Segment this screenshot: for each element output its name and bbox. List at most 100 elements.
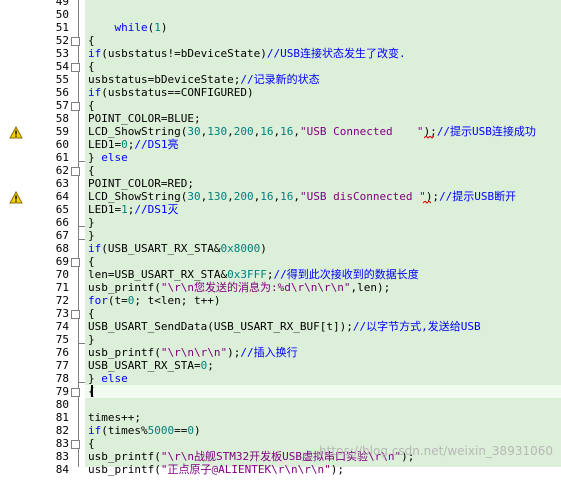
code-token: {	[88, 437, 95, 450]
code-token: (usbstatus!=bDeviceState)	[101, 47, 267, 60]
code-token: LED1=	[88, 138, 122, 151]
code-line[interactable]: 64 LCD_ShowString(30,130,200,16,16,"USB d…	[0, 190, 561, 203]
code-token: }	[88, 151, 102, 164]
code-line[interactable]: 51 while(1)	[0, 21, 561, 34]
spelling-squiggle	[424, 136, 434, 139]
code-token: 1	[121, 203, 128, 216]
warning-icon[interactable]	[9, 124, 23, 139]
code-token: len=USB_USART_RX_STA&	[88, 268, 228, 281]
code-line[interactable]	[0, 476, 561, 489]
code-token: 16	[280, 190, 294, 203]
line-number: 77	[55, 359, 69, 372]
code-line[interactable]: 84 usb_printf("正点原子@ALIENTEK\r\n\r\n");	[0, 463, 561, 476]
code-line[interactable]: 80	[0, 398, 561, 411]
code-line[interactable]: 68 if(USB_USART_RX_STA&0x8000)	[0, 242, 561, 255]
code-text: {	[88, 60, 95, 73]
code-line[interactable]: 52 {	[0, 34, 561, 47]
code-line[interactable]: 59 LCD_ShowString(30,130,200,16,16,"USB C…	[0, 125, 561, 138]
line-number: 75	[55, 333, 69, 346]
fold-toggle[interactable]	[71, 258, 80, 267]
code-token: (times%	[101, 424, 148, 437]
code-text: if(USB_USART_RX_STA&0x8000)	[88, 242, 267, 255]
code-line[interactable]: 56 if(usbstatus==CONFIGURED)	[0, 86, 561, 99]
code-token: 5000	[147, 424, 175, 437]
fold-toggle[interactable]	[71, 37, 80, 46]
code-token: for	[88, 294, 108, 307]
code-line[interactable]: 82 if(times%5000==0)	[0, 424, 561, 437]
code-line[interactable]: 70 len=USB_USART_RX_STA&0x3FFF;//得到此次接收到的…	[0, 268, 561, 281]
code-line[interactable]: 78} else	[0, 372, 561, 385]
line-number: 68	[55, 242, 69, 255]
line-number: 54	[55, 60, 69, 73]
code-line[interactable]: 79{	[0, 385, 561, 398]
code-line[interactable]: 76 usb_printf("\r\n\r\n");//插入换行	[0, 346, 561, 359]
code-token: "\r\n您发送的消息为:%d\r\n\r\n"	[160, 281, 351, 294]
code-text: LCD_ShowString(30,130,200,16,16,"USB dis…	[88, 190, 516, 203]
code-token: //得到此次接收到的数据长度	[273, 268, 419, 281]
code-line[interactable]: 77 USB_USART_RX_STA=0;	[0, 359, 561, 372]
code-line[interactable]: 57 {	[0, 99, 561, 112]
code-line[interactable]: 62 {	[0, 164, 561, 177]
code-line[interactable]: 50	[0, 8, 561, 21]
code-line[interactable]: 49	[0, 0, 561, 8]
fold-end-marker	[79, 161, 85, 162]
code-line[interactable]: 54 {	[0, 60, 561, 73]
line-number: 69	[55, 255, 69, 268]
code-text: USB_USART_SendData(USB_USART_RX_BUF[t]);…	[88, 320, 481, 333]
code-line[interactable]: 58 POINT_COLOR=BLUE;	[0, 112, 561, 125]
line-number: 79	[55, 385, 69, 398]
code-token: ,	[227, 190, 234, 203]
fold-end-marker	[79, 239, 85, 240]
code-line[interactable]: 72 for(t=0; t<len; t++)	[0, 294, 561, 307]
line-number: 62	[55, 164, 69, 177]
code-token: ; t<len; t++)	[134, 294, 221, 307]
line-number: 65	[55, 203, 69, 216]
fold-toggle[interactable]	[71, 440, 80, 449]
line-number: 81	[55, 411, 69, 424]
code-token: while	[114, 21, 148, 34]
code-text: if(usbstatus!=bDeviceState)//USB连接状态发生了改…	[88, 47, 406, 60]
code-line[interactable]: 53 if(usbstatus!=bDeviceState)//USB连接状态发生…	[0, 47, 561, 60]
code-token: 0	[121, 138, 128, 151]
fold-toggle[interactable]	[71, 388, 80, 397]
line-number: 52	[55, 34, 69, 47]
code-line[interactable]: 60 LED1=0;//DS1亮	[0, 138, 561, 151]
code-line[interactable]: 66}	[0, 216, 561, 229]
fold-toggle[interactable]	[71, 310, 80, 319]
code-line[interactable]: 61} else	[0, 151, 561, 164]
fold-toggle[interactable]	[71, 102, 80, 111]
code-text: } else	[88, 151, 128, 164]
line-number: 76	[55, 346, 69, 359]
code-line[interactable]: 73 {	[0, 307, 561, 320]
line-number: 78	[55, 372, 69, 385]
code-line[interactable]: 71 usb_printf("\r\n您发送的消息为:%d\r\n\r\n",le…	[0, 281, 561, 294]
line-number: 57	[55, 99, 69, 112]
code-token: 130	[207, 125, 228, 138]
line-number: 64	[55, 190, 69, 203]
line-number: 66	[55, 216, 69, 229]
line-number: 50	[55, 8, 69, 21]
code-line[interactable]: 67}	[0, 229, 561, 242]
fold-toggle[interactable]	[71, 63, 80, 72]
code-line[interactable]: 75}	[0, 333, 561, 346]
code-line[interactable]: 65 LED1=1;//DS1灭	[0, 203, 561, 216]
code-token: POINT_COLOR=RED;	[88, 177, 194, 190]
warning-icon[interactable]	[9, 189, 23, 204]
spelling-squiggle	[423, 201, 431, 204]
code-token: if	[88, 424, 102, 437]
code-line[interactable]: 55 usbstatus=bDeviceState;//记录新的状态	[0, 73, 561, 86]
fold-end-marker	[79, 382, 85, 383]
code-line[interactable]: 63 POINT_COLOR=RED;	[0, 177, 561, 190]
code-token: usb_printf(	[88, 463, 161, 476]
line-number: 55	[55, 73, 69, 86]
code-line[interactable]: 74 USB_USART_SendData(USB_USART_RX_BUF[t]…	[0, 320, 561, 333]
code-text: {	[88, 255, 95, 268]
code-token: //提示USB断开	[439, 190, 517, 203]
code-text: usb_printf("\r\n您发送的消息为:%d\r\n\r\n",len)…	[88, 281, 390, 294]
fold-toggle[interactable]	[71, 167, 80, 176]
code-line[interactable]: 69 {	[0, 255, 561, 268]
code-token: {	[88, 34, 95, 47]
code-line[interactable]: 81 times++;	[0, 411, 561, 424]
code-token: );	[227, 346, 241, 359]
line-number: 80	[55, 398, 69, 411]
